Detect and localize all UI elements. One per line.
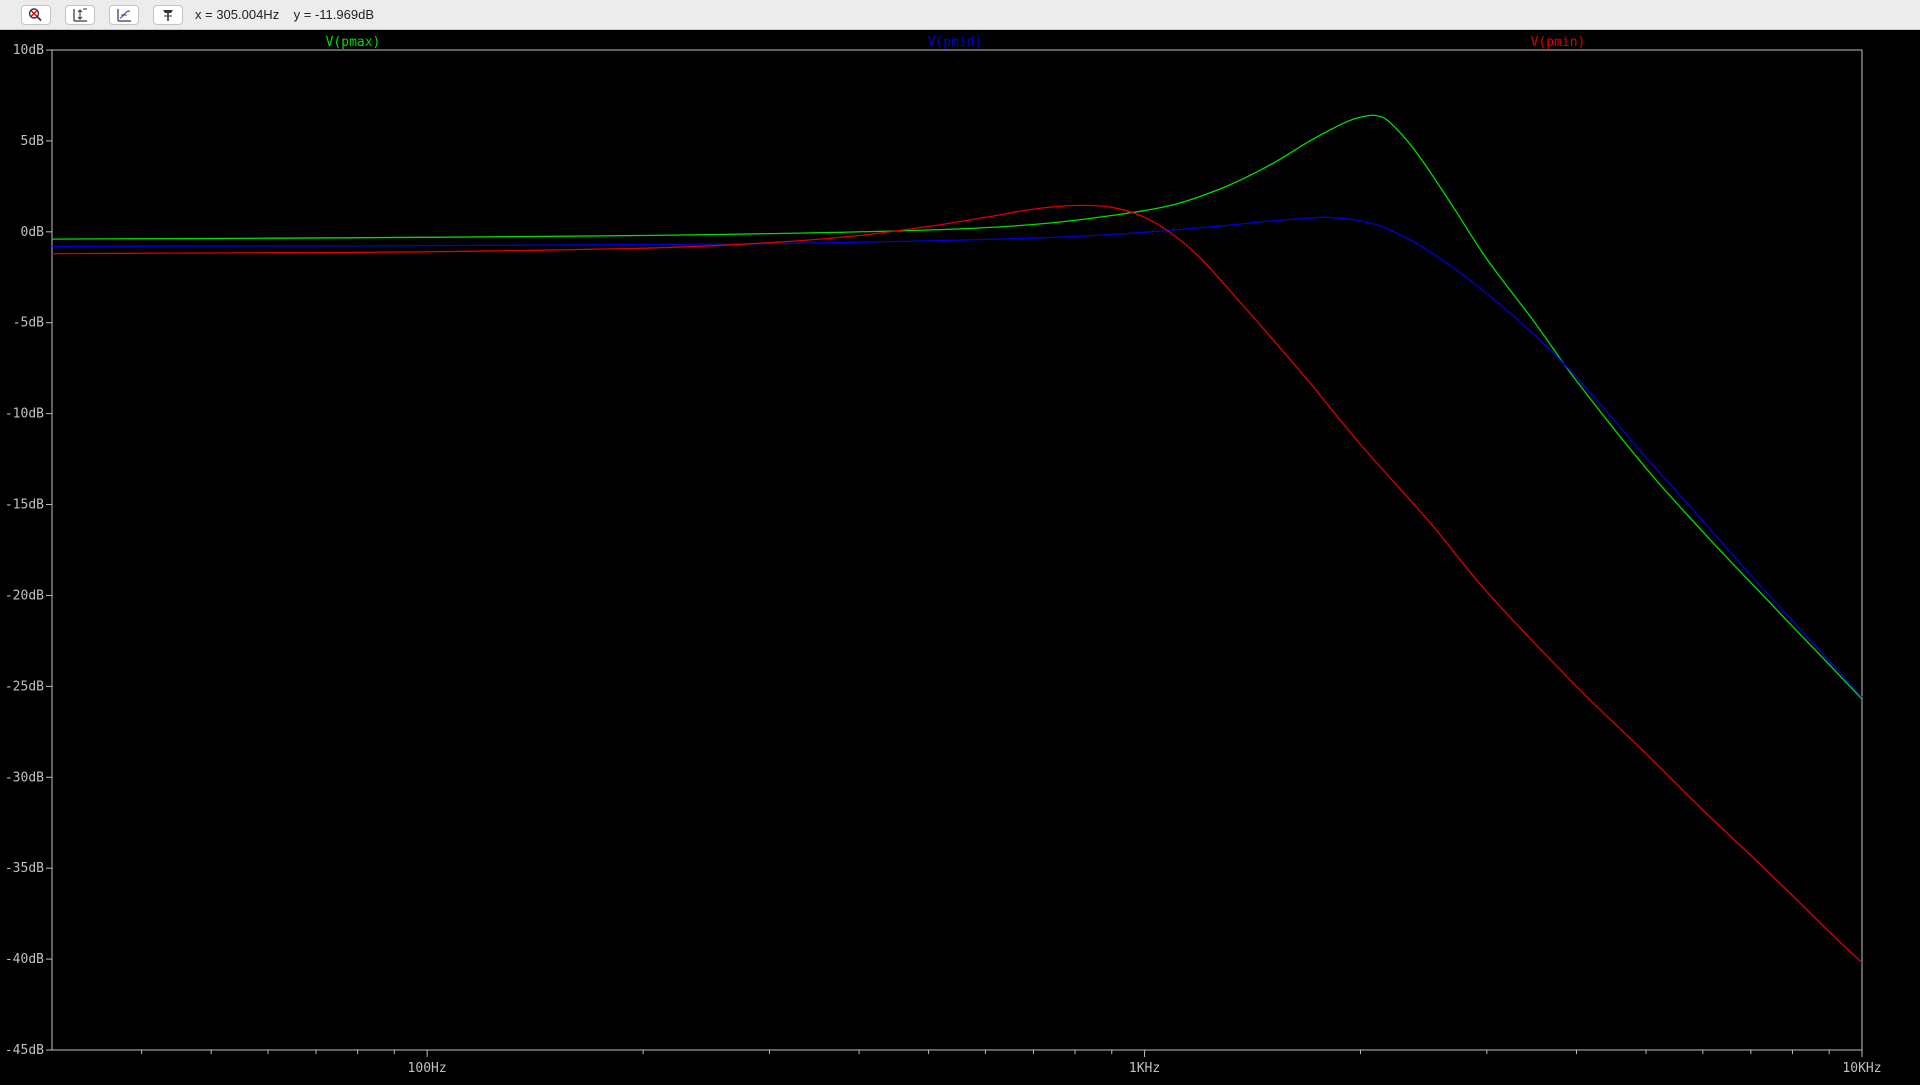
x-tick-label: 10KHz [1842,1061,1881,1076]
y-tick-label: 0dB [21,225,45,240]
legend-vpmin: V(pmin) [1531,35,1586,50]
plot-toolbar: x = 305.004Hz y = -11.969dB [0,0,1920,30]
y-tick-label: -40dB [5,952,44,967]
autorange-x-button[interactable] [109,4,139,25]
y-tick-label: -30dB [5,770,44,785]
series-line-vpmax [51,114,1863,700]
y-tick-label: -45dB [5,1043,44,1058]
legend-vpmax: V(pmax) [326,35,381,50]
y-tick-label: 5dB [21,134,45,149]
probe-button[interactable] [153,4,183,25]
zoom-cancel-button[interactable] [21,4,51,25]
series-line-vpmid [51,216,1863,698]
series-line-vpmin [51,204,1863,964]
y-tick-label: -25dB [5,679,44,694]
plot-frame [51,49,1863,1051]
x-tick-label: 100Hz [408,1061,447,1076]
zoom-cancel-icon [28,7,42,21]
cursor-readout: x = 305.004Hz y = -11.969dB [195,7,374,22]
autorange-x-icon [117,8,131,22]
y-tick-label: -15dB [5,498,44,513]
x-tick-label: 1KHz [1129,1061,1160,1076]
legend-vpmid: V(pmid) [928,35,983,50]
autorange-y-button[interactable] [65,4,95,25]
y-tick-label: -20dB [5,588,44,603]
y-tick-label: -5dB [13,316,44,331]
autorange-y-icon [73,8,87,22]
y-tick-label: -35dB [5,861,44,876]
plot-area[interactable]: 10dB 5dB 0dB -5dB -10dB -15dB -20dB -25dB -30dB -… [0,30,1920,1080]
y-tick-label: -10dB [5,407,44,422]
probe-icon [163,9,173,21]
bode-plot: 10dB 5dB 0dB -5dB -10dB -15dB -20dB -25dB -30dB -… [5,35,1882,1076]
y-tick-label: 10dB [13,43,44,58]
